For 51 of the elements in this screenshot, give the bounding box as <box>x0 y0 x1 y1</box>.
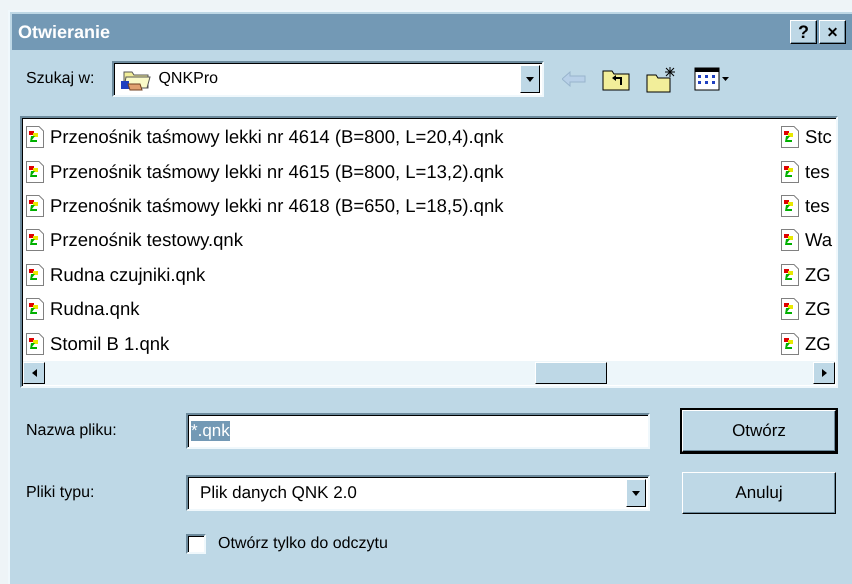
caret-icon <box>526 76 534 82</box>
file-item[interactable]: ZG <box>805 332 831 355</box>
document-icon <box>781 332 799 355</box>
file-item[interactable]: tes <box>805 194 830 217</box>
document-icon <box>26 160 44 183</box>
file-type-dropdown[interactable]: Plik danych QNK 2.0 <box>186 475 650 511</box>
file-item[interactable]: Wa <box>805 229 832 252</box>
file-item[interactable]: Przenośnik taśmowy lekki nr 4615 (B=800, L=13,2).qnk <box>50 160 504 183</box>
right-arrow-icon <box>822 369 826 377</box>
file-item[interactable]: Rudna.qnk <box>50 298 140 320</box>
file-name-label: Nazwa pliku: <box>26 422 118 440</box>
cancel-button[interactable]: Anuluj <box>682 472 836 514</box>
file-item[interactable]: Rudna czujniki.qnk <box>50 264 206 286</box>
file-item[interactable]: Przenośnik taśmowy lekki nr 4618 (B=650, L=18,5).qnk <box>50 194 504 217</box>
open-button[interactable]: Otwórz <box>682 410 836 452</box>
document-icon <box>26 264 44 286</box>
file-item[interactable]: Stc <box>805 126 832 148</box>
document-icon <box>781 194 799 217</box>
left-arrow-icon <box>32 369 36 377</box>
scroll-left-button[interactable] <box>23 362 45 384</box>
file-item[interactable]: ZG <box>805 298 831 320</box>
close-button[interactable]: × <box>819 20 846 44</box>
horizontal-scrollbar[interactable] <box>23 361 835 385</box>
view-menu-icon[interactable] <box>694 67 730 91</box>
file-item[interactable]: Przenośnik taśmowy lekki nr 4614 (B=800, L=20,4).qnk <box>50 126 504 148</box>
dropdown-button[interactable] <box>520 65 540 93</box>
file-item[interactable]: ZG <box>805 264 831 286</box>
help-button[interactable]: ? <box>790 20 817 44</box>
document-icon <box>26 332 44 355</box>
scroll-thumb[interactable] <box>535 362 607 384</box>
document-icon <box>781 126 799 148</box>
dropdown-button[interactable] <box>626 479 646 507</box>
file-item[interactable]: Przenośnik testowy.qnk <box>50 229 243 252</box>
document-icon <box>26 194 44 217</box>
look-in-label: Szukaj w: <box>26 70 94 88</box>
file-item[interactable]: Stomil B 1.qnk <box>50 332 170 355</box>
file-type-label: Pliki typu: <box>26 484 96 502</box>
document-icon <box>781 160 799 183</box>
window-title: Otwieranie <box>18 22 112 42</box>
caret-icon <box>632 490 640 496</box>
read-only-label: Otwórz tylko do odczytu <box>218 535 388 553</box>
document-icon <box>26 126 44 148</box>
document-icon <box>781 264 799 286</box>
scroll-right-button[interactable] <box>813 362 835 384</box>
document-icon <box>26 298 44 320</box>
look-in-dropdown[interactable]: QNKPro <box>112 61 544 97</box>
document-icon <box>26 229 44 252</box>
document-icon <box>781 229 799 252</box>
file-item[interactable]: tes <box>805 160 830 183</box>
read-only-checkbox[interactable] <box>186 534 206 554</box>
document-icon <box>781 298 799 320</box>
